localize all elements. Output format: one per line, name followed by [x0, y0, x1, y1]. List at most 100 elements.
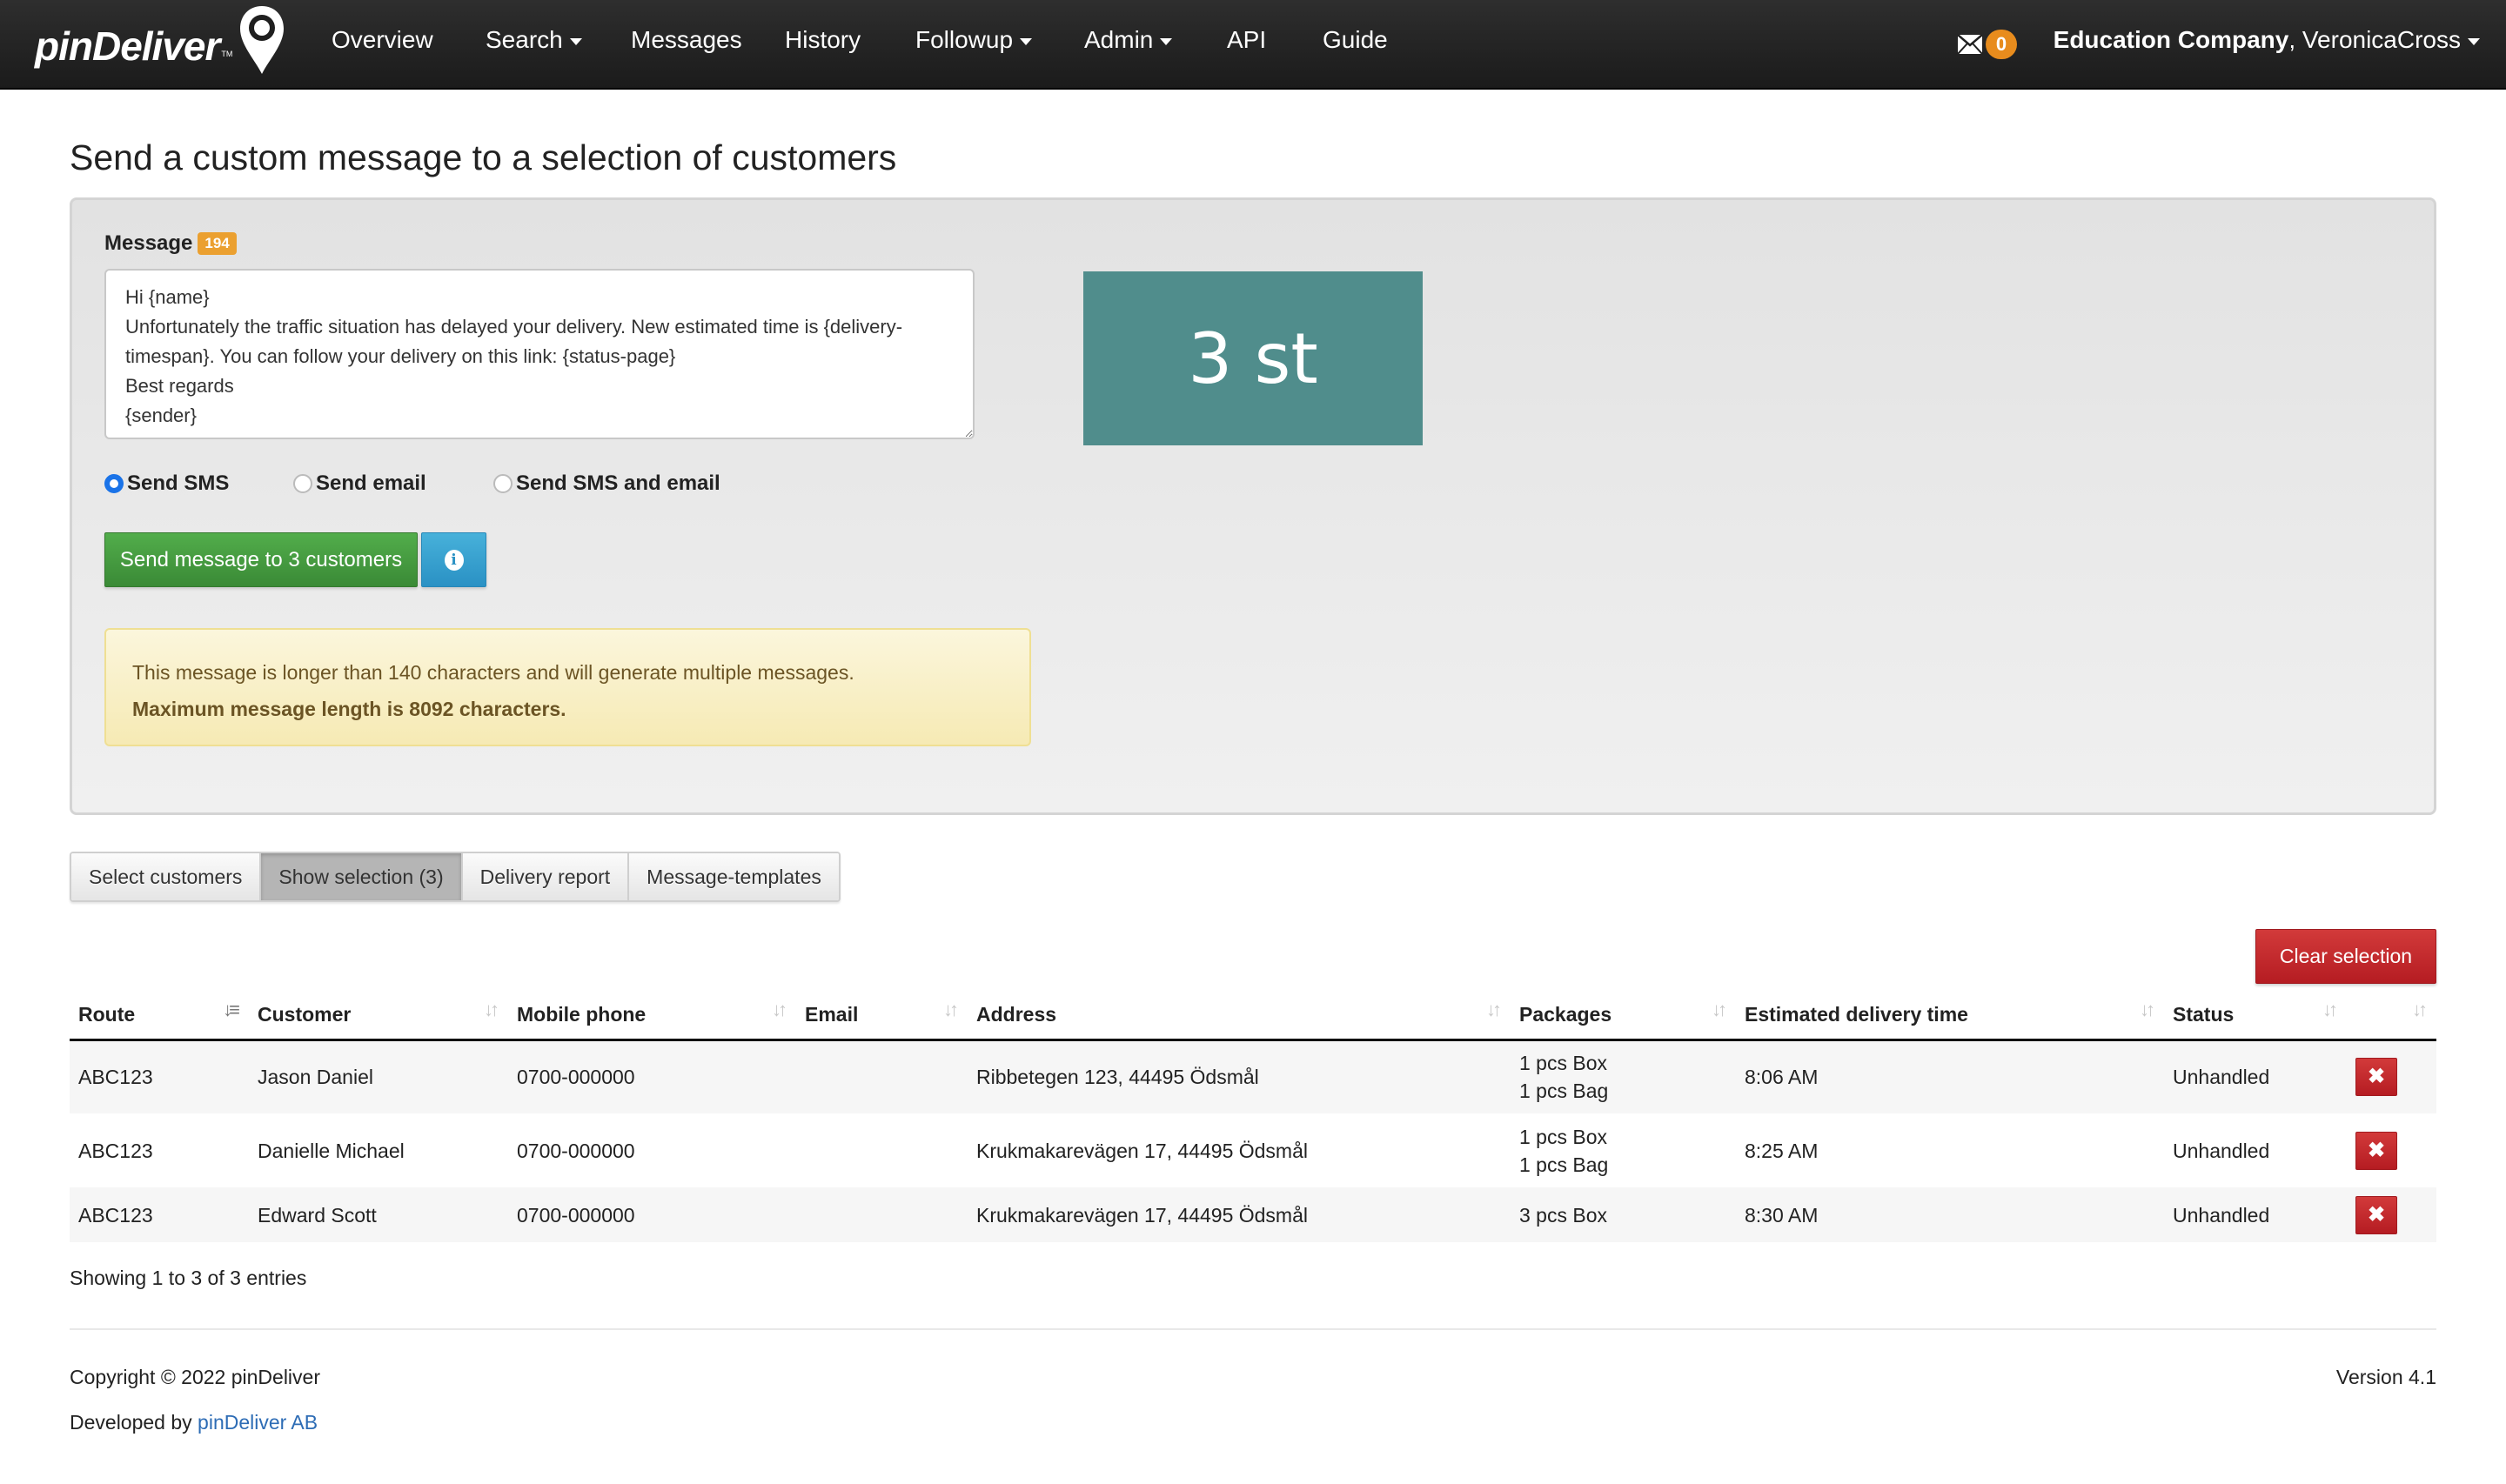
map-pin-icon — [240, 6, 285, 74]
cell-address: Krukmakarevägen 17, 44495 Ödsmål — [976, 1139, 1308, 1162]
warning-line-2: Maximum message length is 8092 character… — [132, 698, 566, 720]
cell-status: Unhandled — [2164, 1039, 2347, 1113]
table-header-row: Route ↓≡ Customer ↓↑ Mobile phone ↓↑ Email ↓… — [70, 992, 2436, 1041]
cell-route: ABC123 — [70, 1187, 249, 1242]
selection-table: Route ↓≡ Customer ↓↑ Mobile phone ↓↑ Email ↓… — [70, 992, 2436, 1242]
brand-trademark: TM — [221, 50, 233, 58]
nav-search[interactable]: Search — [486, 26, 582, 54]
tab-bar: Select customers Show selection (3) Deli… — [70, 852, 841, 902]
cell-route: ABC123 — [70, 1039, 249, 1113]
col-address-label: Address — [976, 1002, 1057, 1026]
radio-send-sms[interactable]: Send SMS — [104, 468, 229, 499]
cell-packages: 1 pcs Box 1 pcs Bag — [1511, 1113, 1736, 1187]
cell-email — [796, 1039, 968, 1113]
cell-actions: ✖ — [2347, 1039, 2436, 1113]
info-icon: i — [444, 549, 464, 571]
cell-actions: ✖ — [2347, 1187, 2436, 1242]
cell-address: Krukmakarevägen 17, 44495 Ödsmål — [968, 1187, 1511, 1242]
close-icon: ✖ — [2367, 1138, 2386, 1162]
nav-overview[interactable]: Overview — [332, 26, 433, 54]
close-icon: ✖ — [2367, 1202, 2386, 1227]
cell-customer: Edward Scott — [249, 1187, 508, 1242]
caret-down-icon — [1020, 37, 1033, 45]
nav-admin[interactable]: Admin — [1084, 26, 1173, 54]
cell-estimated-time: 8:25 AM — [1745, 1139, 1819, 1162]
cell-packages: 3 pcs Box — [1511, 1187, 1736, 1242]
col-packages-label: Packages — [1519, 1002, 1612, 1026]
col-header-address[interactable]: Address ↓↑ — [968, 992, 1511, 1041]
cell-address: Ribbetegen 123, 44495 Ödsmål — [968, 1039, 1511, 1113]
nav-guide[interactable]: Guide — [1323, 26, 1388, 54]
package-line: 1 pcs Box — [1519, 1052, 1607, 1075]
message-length-warning: This message is longer than 140 characte… — [104, 628, 1031, 746]
user-menu[interactable]: Education Company, VeronicaCross — [2054, 26, 2480, 54]
cell-customer: Danielle Michael — [258, 1139, 405, 1162]
nav-history[interactable]: History — [785, 26, 861, 54]
char-count-badge: 194 — [198, 232, 237, 255]
sort-icon: ↓↑ — [2322, 998, 2338, 1020]
package-line: 1 pcs Box — [1519, 1125, 1607, 1148]
remove-row-button[interactable]: ✖ — [2355, 1195, 2397, 1234]
nav-messages-label: Messages — [631, 26, 742, 53]
developer-link[interactable]: pinDeliver AB — [198, 1411, 318, 1434]
cell-route: ABC123 — [78, 1139, 153, 1162]
col-header-customer[interactable]: Customer ↓↑ — [249, 992, 508, 1041]
sort-asc-icon: ↓≡ — [223, 998, 240, 1020]
cell-status: Unhandled — [2164, 1187, 2347, 1242]
message-textarea[interactable] — [104, 269, 975, 439]
radio-send-sms-and-email[interactable]: Send SMS and email — [493, 468, 720, 499]
col-customer-label: Customer — [258, 1002, 352, 1026]
footer-developed-by: Developed by pinDeliver AB — [70, 1411, 318, 1434]
col-email-label: Email — [805, 1002, 859, 1026]
tab-select-customers[interactable]: Select customers — [71, 853, 262, 900]
cell-email — [796, 1113, 968, 1187]
tab-message-templates[interactable]: Message-templates — [629, 853, 839, 900]
send-message-button[interactable]: Send message to 3 customers — [104, 532, 418, 587]
sort-icon: ↓↑ — [2412, 998, 2428, 1020]
brand-logo[interactable]: pinDeliver TM — [35, 6, 286, 85]
radio-send-email[interactable]: Send email — [293, 468, 426, 499]
nav-messages[interactable]: Messages — [631, 26, 742, 54]
mail-notifications[interactable]: 0 — [1958, 30, 2017, 59]
caret-down-icon — [569, 37, 582, 45]
company-name: Education Company — [2053, 26, 2289, 53]
nav-search-label: Search — [486, 26, 563, 53]
sort-icon: ↓↑ — [943, 998, 959, 1020]
col-header-packages[interactable]: Packages ↓↑ — [1511, 992, 1736, 1041]
cell-phone: 0700-000000 — [517, 1139, 635, 1162]
radio-send-email-label: Send email — [316, 471, 426, 495]
tab-delivery-report[interactable]: Delivery report — [462, 853, 630, 900]
col-header-status[interactable]: Status ↓↑ — [2164, 992, 2347, 1041]
clear-selection-button[interactable]: Clear selection — [2255, 929, 2436, 984]
nav-api-label: API — [1227, 26, 1267, 53]
cell-packages: 1 pcs Box 1 pcs Bag — [1511, 1039, 1736, 1113]
close-icon: ✖ — [2367, 1065, 2386, 1089]
radio-unchecked-icon[interactable] — [493, 474, 513, 493]
col-header-email[interactable]: Email ↓↑ — [796, 992, 968, 1041]
radio-checked-icon[interactable] — [104, 474, 124, 493]
col-header-route[interactable]: Route ↓≡ — [70, 992, 249, 1041]
message-label: Message 194 — [104, 231, 237, 256]
cell-estimated-time: 8:06 AM — [1736, 1039, 2164, 1113]
top-navbar: pinDeliver TM Overview Search Messages H… — [0, 0, 2506, 90]
caret-down-icon — [1160, 37, 1173, 45]
page-title: Send a custom message to a selection of … — [70, 137, 897, 177]
remove-row-button[interactable]: ✖ — [2355, 1131, 2397, 1170]
table-row: ABC123 Danielle Michael 0700-000000 Kruk… — [70, 1113, 2436, 1187]
radio-unchecked-icon[interactable] — [293, 474, 312, 493]
nav-followup[interactable]: Followup — [915, 26, 1033, 54]
col-header-actions[interactable]: ↓↑ — [2347, 992, 2436, 1041]
cell-phone: 0700-000000 — [508, 1039, 796, 1113]
tab-show-selection[interactable]: Show selection (3) — [261, 853, 463, 900]
table-row: ABC123 Jason Daniel 0700-000000 Ribbeteg… — [70, 1039, 2436, 1113]
sort-icon: ↓↑ — [1486, 998, 1502, 1020]
col-header-estimated-time[interactable]: Estimated delivery time ↓↑ — [1736, 992, 2164, 1041]
nav-api[interactable]: API — [1227, 26, 1266, 54]
footer-divider — [70, 1328, 2436, 1330]
footer-copyright: Copyright © 2022 pinDeliver — [70, 1366, 320, 1388]
remove-row-button[interactable]: ✖ — [2355, 1058, 2397, 1097]
col-route-label: Route — [78, 1002, 136, 1026]
nav-history-label: History — [785, 26, 861, 53]
col-header-mobile-phone[interactable]: Mobile phone ↓↑ — [508, 992, 796, 1041]
info-button[interactable]: i — [421, 532, 486, 587]
